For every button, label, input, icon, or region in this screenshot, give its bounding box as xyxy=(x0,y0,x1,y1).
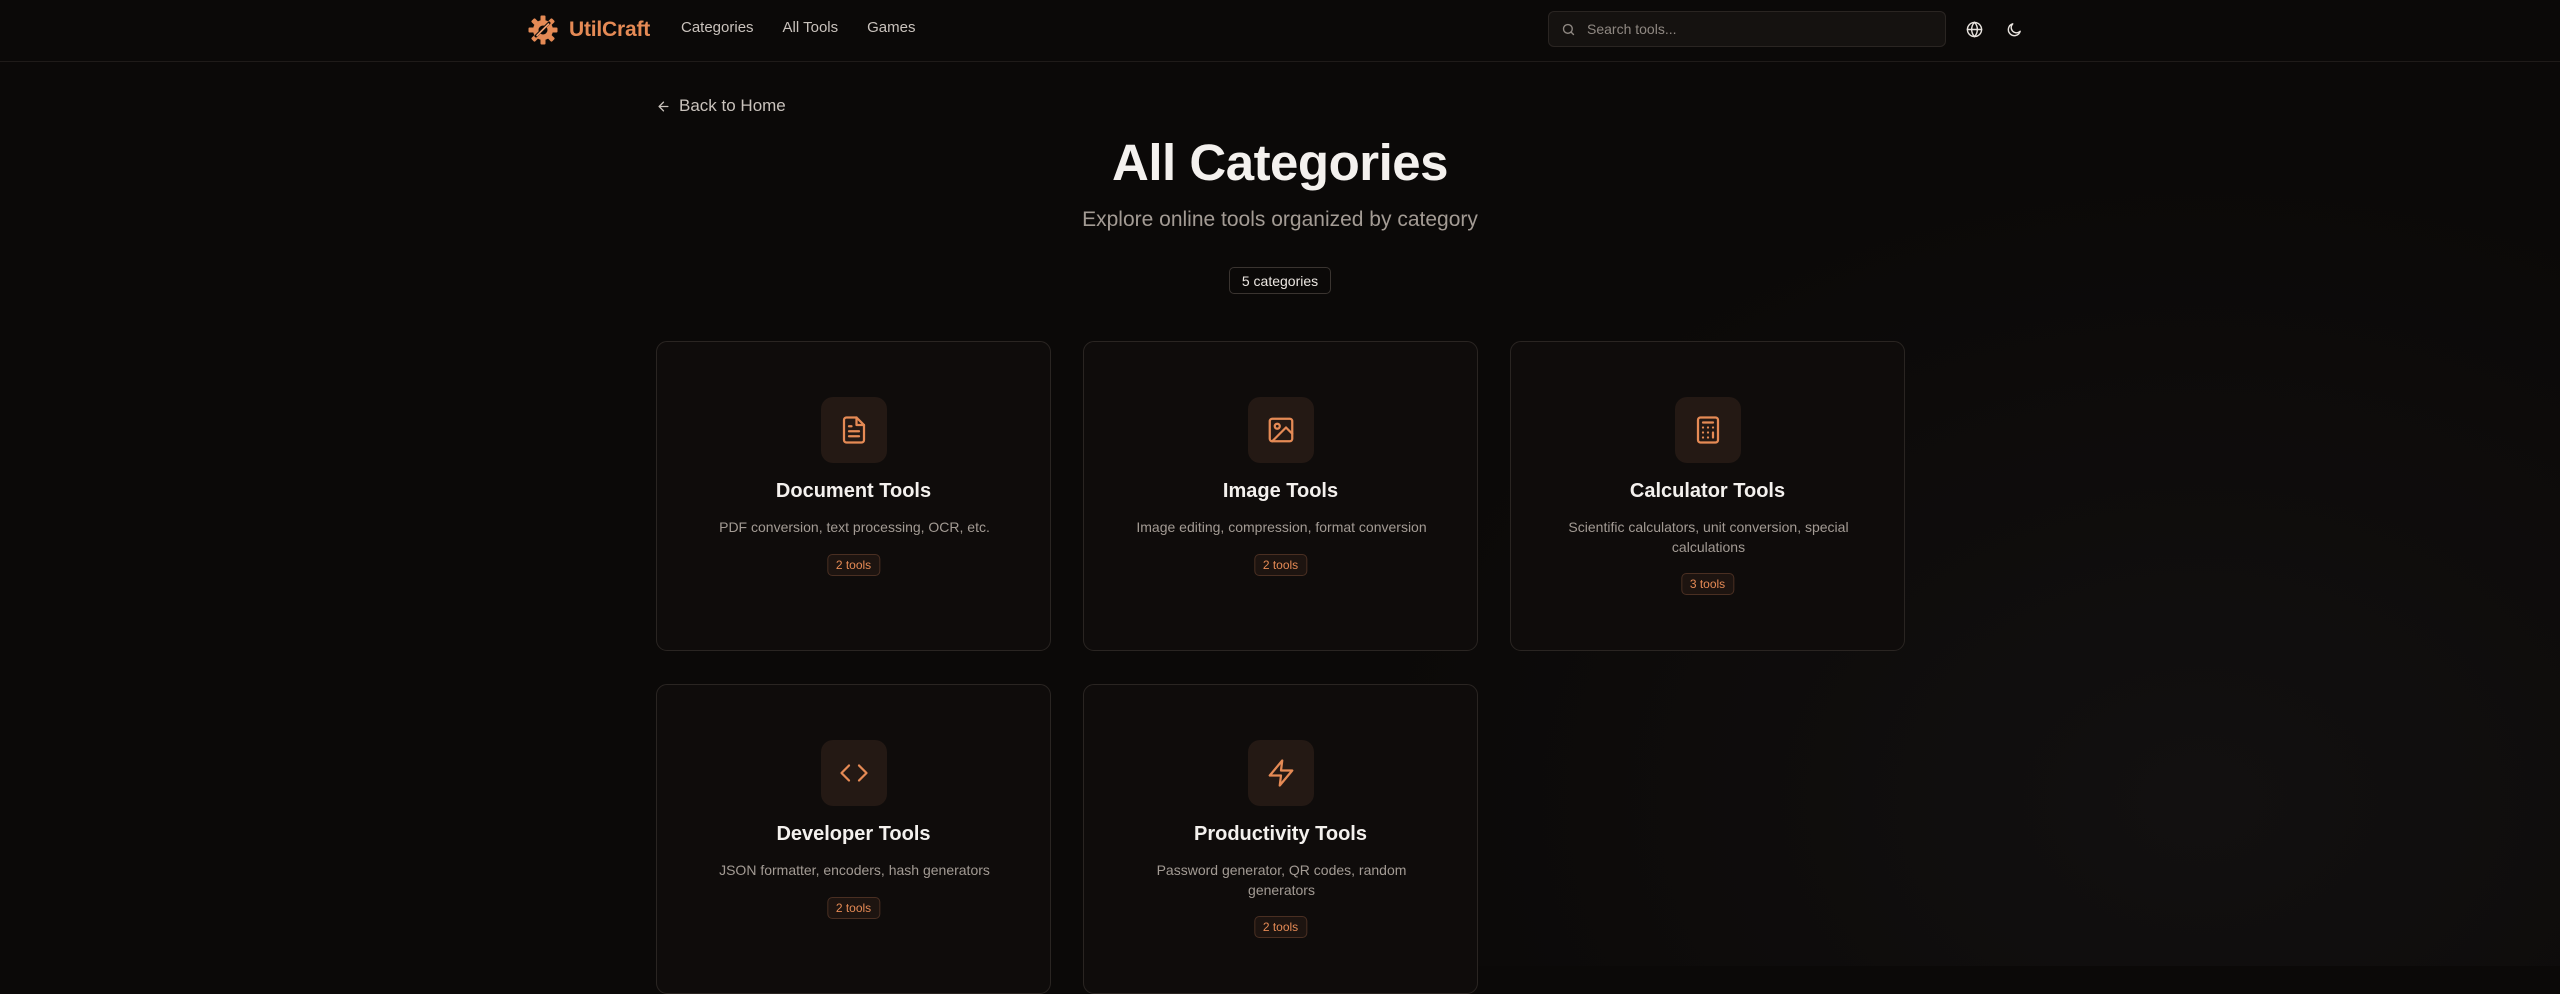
category-card-image[interactable]: Image Tools Image editing, compression, … xyxy=(1083,341,1478,651)
nav-all-tools[interactable]: All Tools xyxy=(783,19,839,36)
card-icon-container xyxy=(821,397,887,463)
tool-count-badge: 2 tools xyxy=(826,897,881,919)
lightning-icon xyxy=(1268,759,1294,787)
page-subtitle: Explore online tools organized by catego… xyxy=(1082,208,1478,231)
brand-name: UtilCraft xyxy=(569,18,651,41)
image-icon xyxy=(1268,417,1294,443)
nav-categories[interactable]: Categories xyxy=(681,19,754,36)
card-title: Image Tools xyxy=(1222,480,1339,502)
back-to-home-link[interactable]: Back to Home xyxy=(656,96,786,116)
card-description: Password generator, QR codes, random gen… xyxy=(1156,862,1407,898)
language-button[interactable] xyxy=(1964,19,1984,39)
top-navbar: UtilCraft Categories All Tools Games xyxy=(0,0,2560,62)
card-description: PDF conversion, text processing, OCR, et… xyxy=(719,519,990,535)
page-title: All Categories xyxy=(1112,134,1448,191)
gear-logo-icon xyxy=(528,15,558,45)
nav-games[interactable]: Games xyxy=(867,19,915,36)
category-card-developer[interactable]: Developer Tools JSON formatter, encoders… xyxy=(656,684,1051,994)
category-card-productivity[interactable]: Productivity Tools Password generator, Q… xyxy=(1083,684,1478,994)
tool-count-badge: 2 tools xyxy=(1253,554,1308,576)
card-description: Scientific calculators, unit conversion,… xyxy=(1568,519,1849,555)
globe-icon xyxy=(1966,20,1982,38)
search-input[interactable] xyxy=(1585,20,1929,38)
tool-count-badge: 3 tools xyxy=(1680,573,1735,595)
moon-icon xyxy=(2007,22,2021,36)
arrow-left-icon xyxy=(658,101,669,111)
card-title: Document Tools xyxy=(775,480,932,502)
search-box[interactable] xyxy=(1548,11,1946,47)
card-icon-container xyxy=(821,740,887,806)
calculator-icon xyxy=(1696,416,1720,444)
category-card-document[interactable]: Document Tools PDF conversion, text proc… xyxy=(656,341,1051,651)
card-description: Image editing, compression, format conve… xyxy=(1136,519,1427,535)
code-icon xyxy=(840,764,868,782)
card-description: JSON formatter, encoders, hash generator… xyxy=(719,862,990,878)
card-icon-container xyxy=(1675,397,1741,463)
card-title: Calculator Tools xyxy=(1629,480,1786,502)
brand-logo[interactable]: UtilCraft xyxy=(527,13,650,47)
card-title: Developer Tools xyxy=(776,823,931,845)
search-icon xyxy=(1562,23,1575,35)
tool-count-badge: 2 tools xyxy=(826,554,881,576)
main-nav: Categories All Tools Games xyxy=(681,19,916,36)
category-card-calculator[interactable]: Calculator Tools Scientific calculators,… xyxy=(1510,341,1905,651)
card-icon-container xyxy=(1248,740,1314,806)
category-count-badge: 5 categories xyxy=(1229,267,1331,294)
card-icon-container xyxy=(1248,397,1314,463)
tool-count-badge: 2 tools xyxy=(1253,916,1308,938)
theme-toggle-button[interactable] xyxy=(2004,19,2024,39)
back-label: Back to Home xyxy=(679,96,786,115)
card-title: Productivity Tools xyxy=(1194,823,1367,845)
document-icon xyxy=(842,416,866,444)
